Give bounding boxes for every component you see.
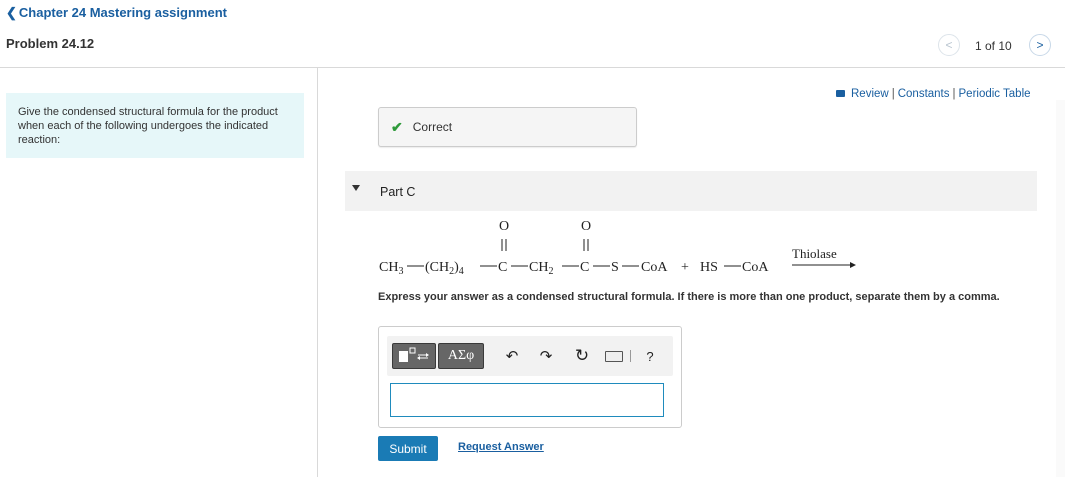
svg-text:CH3: CH3 [379,260,403,277]
part-header[interactable] [345,171,1037,211]
svg-text:CH2: CH2 [529,260,553,277]
resource-links: Review | Constants | Periodic Table [836,88,1031,100]
templates-icon [399,347,429,362]
eq-carbonyl-c1: C [498,260,507,275]
toolbar-separator [630,350,631,362]
eq-ch2: CH [529,260,548,275]
problem-intro: Give the condensed structural formula fo… [6,93,304,158]
scroll-gutter [1056,100,1065,477]
reaction-equation: O O CH3 (CH2)4 C CH2 C S CoA + HS CoA Th… [379,219,856,277]
eq-ch3-sub: 3 [398,266,403,277]
eq-ch2-open: (CH [425,260,449,275]
redo-icon[interactable]: ↷ [537,345,555,367]
request-answer-link[interactable]: Request Answer [458,441,544,453]
column-divider [317,67,318,477]
problem-intro-text: Give the condensed structural formula fo… [18,106,278,146]
constants-link[interactable]: Constants [898,88,950,100]
carbonyl-oxygen-2: O [581,219,591,234]
next-problem-button[interactable]: > [1029,34,1051,56]
previous-problem-button[interactable]: < [938,34,960,56]
keyboard-shortcuts-button[interactable] [604,345,624,367]
undo-icon[interactable]: ↶ [503,345,521,367]
chevron-left-icon: ❮ [6,5,17,20]
eq-coa-2: CoA [742,260,769,275]
templates-button[interactable] [392,343,436,369]
answer-input[interactable] [390,383,664,417]
periodic-table-link[interactable]: Periodic Table [959,88,1031,100]
keyboard-icon [605,350,623,362]
answer-instructions: Express your answer as a condensed struc… [378,291,1000,303]
eq-ch3: CH [379,260,398,275]
eq-ch2-subscript: 2 [548,266,553,277]
chevron-right-icon: > [1036,38,1044,52]
eq-carbonyl-c2: C [580,260,589,275]
greek-symbols-button[interactable]: ΑΣφ [438,343,484,369]
enzyme-label: Thiolase [792,246,837,261]
link-separator: | [952,88,956,100]
caret-down-icon[interactable] [352,185,360,191]
submit-label: Submit [389,441,427,456]
eq-sulfur: S [611,260,619,275]
eq-hs: HS [700,260,718,275]
eq-ch2-n: 4 [459,266,464,277]
reset-icon[interactable]: ↻ [573,345,591,367]
problem-title: Problem 24.12 [6,36,95,51]
header-divider [0,67,1065,68]
feedback-status: Correct [412,120,453,134]
carbonyl-oxygen-1: O [499,219,509,234]
back-to-assignment-link[interactable]: ❮ Chapter 24 Mastering assignment [6,5,227,21]
checkmark-icon: ✔ [391,118,403,135]
link-separator: | [891,88,895,100]
help-button[interactable]: ? [642,345,658,367]
chevron-left-icon: < [945,38,953,52]
back-link-label: Chapter 24 Mastering assignment [18,5,227,20]
correct-feedback: ✔ Correct [378,107,637,147]
pager-text: 1 of 10 [975,39,1012,53]
svg-text:(CH2)4: (CH2)4 [425,260,464,277]
book-icon [836,90,845,97]
review-link[interactable]: Review [851,88,889,100]
greek-symbols-label: ΑΣφ [447,348,475,363]
part-label: Part C [380,185,416,199]
formula-toolbar: ΑΣφ ↶ ↷ ↻ ? [387,336,673,376]
eq-coa-1: CoA [641,260,668,275]
submit-button[interactable]: Submit [378,436,438,461]
eq-plus: + [681,260,689,275]
arrow-head-icon [850,262,856,268]
